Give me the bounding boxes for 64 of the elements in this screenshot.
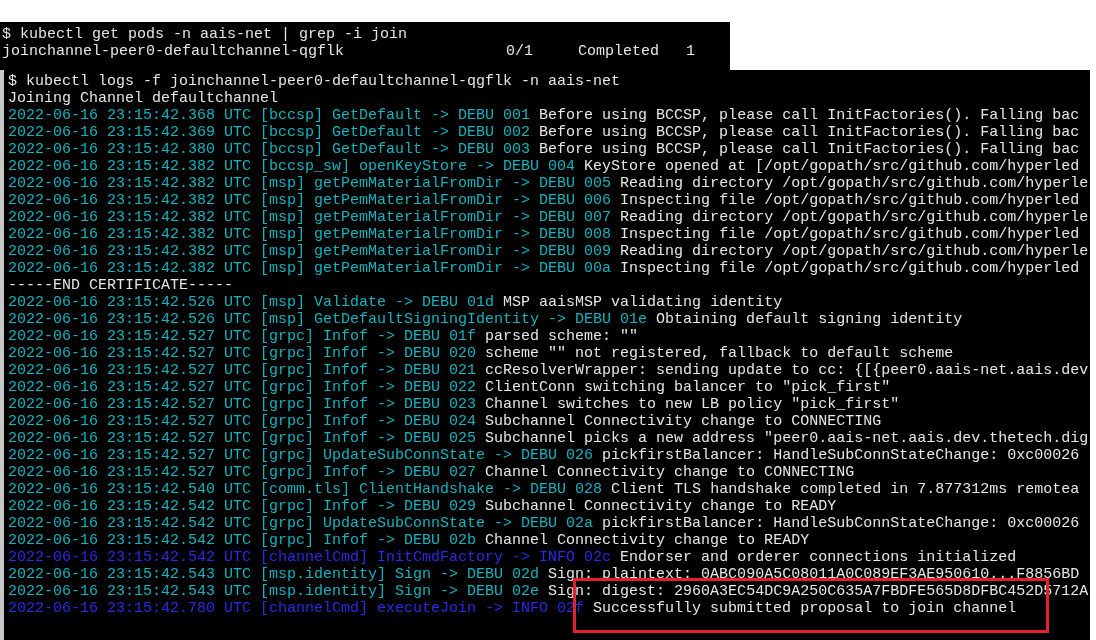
pod-field: joinchannel-peer0-defaultchannel-qgflk: [2, 43, 507, 60]
log-message: Subchannel Connectivity change to CONNECTING: [485, 413, 882, 430]
log-prefix: 2022-06-16 23:15:42.380 UTC [bccsp] GetDefault -> DEBU 003: [8, 141, 531, 158]
log-prefix: 2022-06-16 23:15:42.368 UTC [bccsp] GetDefault -> DEBU 001: [8, 107, 531, 124]
log-prefix: 2022-06-16 23:15:42.527 UTC [grpc] Infof -> DEBU 023: [8, 396, 477, 413]
log-prefix: 2022-06-16 23:15:42.382 UTC [msp] getPemMaterialFromDir -> DEBU 006: [8, 192, 612, 209]
pod-field: Completed: [578, 43, 687, 60]
log-message: pickfirstBalancer: HandleSubConnStateChange: 0xc00026: [602, 515, 1080, 532]
log-prefix: 2022-06-16 23:15:42.382 UTC [msp] getPemMaterialFromDir -> DEBU 005: [8, 175, 612, 192]
log-prefix: 2022-06-16 23:15:42.382 UTC [msp] getPemMaterialFromDir -> DEBU 008: [8, 226, 612, 243]
log-message: Subchannel picks a new address "peer0.aais-net.aais.dev.thetech.dig: [485, 430, 1089, 447]
pod-field: 0/1: [506, 43, 579, 60]
pod-field: 1: [686, 43, 705, 60]
log-message: Reading directory /opt/gopath/src/github.com/hyperle: [620, 209, 1089, 226]
log-message: MSP aaisMSP validating identity: [503, 294, 783, 311]
log-message: Subchannel Connectivity change to READY: [485, 498, 837, 515]
log-message: Inspecting file /opt/gopath/src/github.com/hyperled: [620, 192, 1080, 209]
command-line: $ kubectl logs -f joinchannel-peer0-defaultchannel-qgflk -n aais-net: [8, 73, 621, 90]
log-prefix: 2022-06-16 23:15:42.382 UTC [msp] getPemMaterialFromDir -> DEBU 007: [8, 209, 612, 226]
log-prefix: 2022-06-16 23:15:42.527 UTC [grpc] Infof -> DEBU 01f: [8, 328, 477, 345]
log-prefix: 2022-06-16 23:15:42.540 UTC [comm.tls] ClientHandshake -> DEBU 028: [8, 481, 603, 498]
log-prefix: 2022-06-16 23:15:42.543 UTC [msp.identity] Sign -> DEBU 02d: [8, 566, 540, 583]
log-message: Channel switches to new LB policy "pick_first": [485, 396, 900, 413]
log-prefix: 2022-06-16 23:15:42.382 UTC [bccsp_sw] openKeyStore -> DEBU 004: [8, 158, 576, 175]
log-prefix: 2022-06-16 23:15:42.527 UTC [grpc] Infof -> DEBU 022: [8, 379, 477, 396]
log-message: Sign: plaintext: 0ABC090A5C08011A0C089EF3AE950610...F8856BD: [548, 566, 1080, 583]
log-message: KeyStore opened at [/opt/gopath/src/github.com/hyperled: [584, 158, 1080, 175]
log-message: Before using BCCSP, please call InitFactories(). Falling bac: [539, 124, 1080, 141]
log-prefix: 2022-06-16 23:15:42.542 UTC [channelCmd] InitCmdFactory -> INFO 02c: [8, 549, 612, 566]
log-message: Before using BCCSP, please call InitFactories(). Falling bac: [539, 141, 1080, 158]
log-message: Endorser and orderer connections initialized: [620, 549, 1017, 566]
log-prefix: 2022-06-16 23:15:42.527 UTC [grpc] Infof -> DEBU 024: [8, 413, 477, 430]
log-message: Inspecting file /opt/gopath/src/github.com/hyperled: [620, 226, 1080, 243]
log-message: Before using BCCSP, please call InitFactories(). Falling bac: [539, 107, 1080, 124]
log-message: Channel Connectivity change to CONNECTING: [485, 464, 855, 481]
log-message: scheme "" not registered, fallback to default scheme: [485, 345, 954, 362]
log-prefix: 2022-06-16 23:15:42.543 UTC [msp.identity] Sign -> DEBU 02e: [8, 583, 540, 600]
log-message: pickfirstBalancer: HandleSubConnStateChange: 0xc00026: [602, 447, 1080, 464]
log-prefix: 2022-06-16 23:15:42.527 UTC [grpc] Infof -> DEBU 027: [8, 464, 477, 481]
log-message: Reading directory /opt/gopath/src/github.com/hyperle: [620, 175, 1089, 192]
log-message: Successfully submitted proposal to join channel: [593, 600, 1017, 617]
log-prefix: 2022-06-16 23:15:42.382 UTC [msp] getPemMaterialFromDir -> DEBU 009: [8, 243, 612, 260]
log-prefix: 2022-06-16 23:15:42.526 UTC [msp] Validate -> DEBU 01d: [8, 294, 495, 311]
log-message: Joining Channel defaultchannel: [8, 90, 279, 107]
log-prefix: 2022-06-16 23:15:42.527 UTC [grpc] Infof -> DEBU 020: [8, 345, 477, 362]
log-message: parsed scheme: "": [485, 328, 639, 345]
log-prefix: 2022-06-16 23:15:42.369 UTC [bccsp] GetDefault -> DEBU 002: [8, 124, 531, 141]
log-message: -----END CERTIFICATE-----: [8, 277, 234, 294]
log-message: Client TLS handshake completed in 7.877312ms remotea: [611, 481, 1080, 498]
log-prefix: 2022-06-16 23:15:42.527 UTC [grpc] Infof -> DEBU 021: [8, 362, 477, 379]
log-prefix: 2022-06-16 23:15:42.526 UTC [msp] GetDefaultSigningIdentity -> DEBU 01e: [8, 311, 648, 328]
command-line: $ kubectl get pods -n aais-net | grep -i join: [2, 26, 408, 43]
log-message: Inspecting file /opt/gopath/src/github.com/hyperled: [620, 260, 1080, 277]
log-prefix: 2022-06-16 23:15:42.542 UTC [grpc] UpdateSubConnState -> DEBU 02a: [8, 515, 594, 532]
log-message: ccResolverWrapper: sending update to cc: {[{peer0.aais-net.aais.dev: [485, 362, 1089, 379]
log-prefix: 2022-06-16 23:15:42.527 UTC [grpc] UpdateSubConnState -> DEBU 026: [8, 447, 594, 464]
log-prefix: 2022-06-16 23:15:42.542 UTC [grpc] Infof -> DEBU 02b: [8, 532, 477, 549]
log-message: ClientConn switching balancer to "pick_first": [485, 379, 891, 396]
log-message: Obtaining default signing identity: [656, 311, 963, 328]
log-message: Channel Connectivity change to READY: [485, 532, 810, 549]
log-prefix: 2022-06-16 23:15:42.527 UTC [grpc] Infof -> DEBU 025: [8, 430, 477, 447]
log-prefix: 2022-06-16 23:15:42.382 UTC [msp] getPemMaterialFromDir -> DEBU 00a: [8, 260, 612, 277]
log-prefix: 2022-06-16 23:15:42.542 UTC [grpc] Infof -> DEBU 029: [8, 498, 477, 515]
log-message: Reading directory /opt/gopath/src/github.com/hyperle: [620, 243, 1089, 260]
